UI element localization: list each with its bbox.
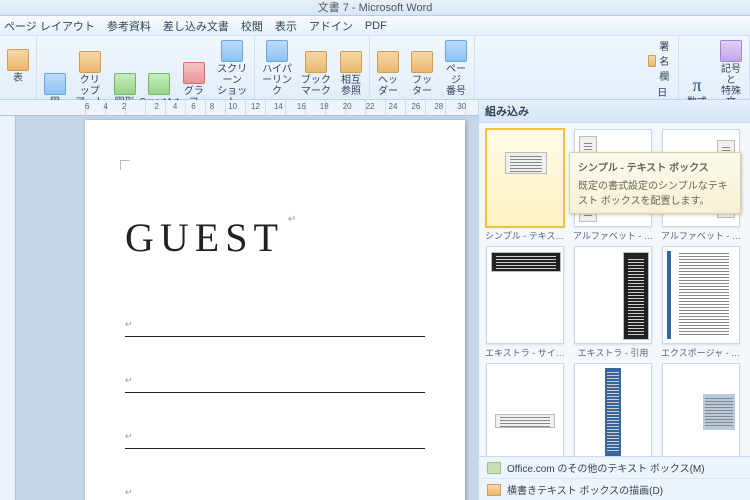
ruler-tick: 12 [251, 102, 260, 111]
doc-heading[interactable]: GUEST [125, 214, 425, 261]
ruler-tick: 26 [411, 102, 420, 111]
doc-line[interactable] [125, 309, 425, 337]
table-button[interactable]: 表 [3, 47, 33, 86]
crossref-button[interactable]: 相互参照 [336, 49, 366, 99]
gallery-item-simple-textbox[interactable]: シンプル - テキスト ボッ… [485, 129, 565, 242]
gallery-header: 組み込み [479, 100, 750, 123]
workspace: 642246810121416182022242628303234 GUEST … [0, 100, 750, 500]
ruler-tick: 28 [434, 102, 443, 111]
ribbon: 表 図 クリップ アート 図形 SmartArt グラフ スクリーン ショット … [0, 36, 750, 100]
hyperlink-button[interactable]: ハイパーリンク [258, 38, 295, 99]
gallery-item-extra-sidebar[interactable]: エキストラ - サイドバー [485, 246, 565, 359]
document-page[interactable]: GUEST [85, 120, 465, 500]
gallery-tooltip: シンプル - テキスト ボックス 既定の書式設定のシンプルなテキスト ボックスを… [569, 152, 741, 214]
gallery-draw-textbox[interactable]: 横書きテキスト ボックスの描画(D) [479, 479, 750, 500]
draw-icon [487, 484, 501, 496]
menu-view[interactable]: 表示 [275, 18, 297, 34]
ruler-tick: 20 [343, 102, 352, 111]
ruler-tick: 6 [191, 102, 195, 111]
office-icon [487, 462, 501, 474]
doc-line[interactable] [125, 477, 425, 500]
ruler-tick: 18 [320, 102, 329, 111]
ruler-tick: 10 [228, 102, 237, 111]
textbox-gallery: 組み込み シンプル - テキスト ボックス 既定の書式設定のシンプルなテキスト … [478, 100, 750, 500]
ruler-tick: 6 [85, 102, 89, 111]
ruler-tick: 22 [366, 102, 375, 111]
ruler-tick: 2 [122, 102, 126, 111]
menubar: ページ レイアウト 参考資料 差し込み文書 校閲 表示 アドイン PDF [0, 16, 750, 36]
bookmark-button[interactable]: ブックマーク [300, 49, 332, 99]
gallery-item-exposure-sidebar[interactable]: エクスポージャ - サイドバ [661, 246, 741, 359]
header-button[interactable]: ヘッダー [373, 49, 403, 99]
gallery-item-austin-excerpt[interactable]: オースティン - 抜粋 [661, 363, 741, 456]
gallery-item-exposure-quote[interactable]: エクスポージャ - 引用 [485, 363, 565, 456]
margin-corner-icon [120, 160, 130, 170]
doc-line[interactable] [125, 365, 425, 393]
menu-references[interactable]: 参考資料 [107, 18, 151, 34]
signature-button[interactable]: 署名欄 [648, 38, 675, 83]
menu-addins[interactable]: アドイン [309, 18, 353, 34]
window-title: 文書 7 - Microsoft Word [0, 0, 750, 16]
menu-pdf[interactable]: PDF [365, 20, 387, 32]
ruler-tick: 16 [297, 102, 306, 111]
gallery-item-austin-sidebar[interactable]: オースティン - サイドバー [573, 363, 653, 456]
ruler-tick: 24 [389, 102, 398, 111]
menu-mailings[interactable]: 差し込み文書 [163, 18, 229, 34]
ruler-tick: 30 [457, 102, 466, 111]
pagenum-button[interactable]: ページ 番号 [441, 38, 471, 99]
ruler-tick: 14 [274, 102, 283, 111]
ruler-tick: 4 [173, 102, 177, 111]
footer-button[interactable]: フッター [407, 49, 437, 99]
doc-line[interactable] [125, 421, 425, 449]
gallery-more-office[interactable]: Office.com のその他のテキスト ボックス(M) [479, 457, 750, 479]
pi-icon: π [687, 75, 707, 95]
ruler-tick: 4 [103, 102, 107, 111]
ruler-tick: 2 [154, 102, 158, 111]
menu-review[interactable]: 校閲 [241, 18, 263, 34]
menu-page-layout[interactable]: ページ レイアウト [4, 18, 95, 34]
ruler-vertical[interactable] [0, 116, 16, 500]
gallery-item-extra-quote[interactable]: エキストラ - 引用 [573, 246, 653, 359]
ruler-tick: 8 [210, 102, 214, 111]
